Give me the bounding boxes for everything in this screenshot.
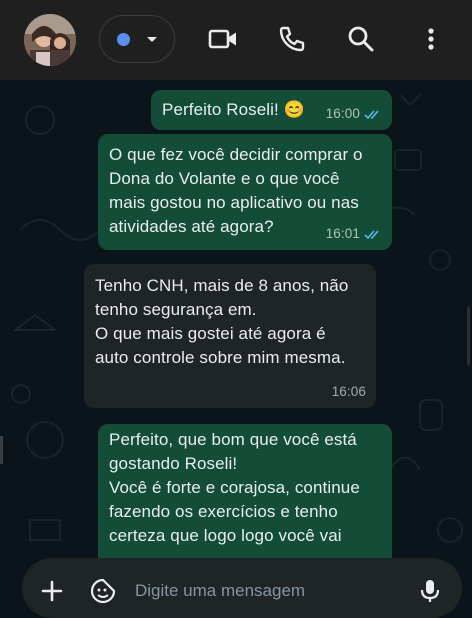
video-call-icon[interactable] <box>208 24 238 54</box>
message-time: 16:06 <box>331 384 366 399</box>
message-text: Perfeito, que bom que você está gostando… <box>109 430 360 545</box>
message-composer <box>22 558 462 618</box>
message-text: Perfeito Roseli! 😊 <box>162 100 305 119</box>
read-receipt-icon <box>364 109 382 120</box>
message-incoming[interactable]: Tenho CNH, mais de 8 anos, não tenho seg… <box>84 264 376 408</box>
message-text: O que fez você decidir comprar o Dona do… <box>109 145 363 236</box>
read-receipt-icon <box>364 229 382 240</box>
chevron-down-icon <box>147 37 157 42</box>
message-input[interactable] <box>135 578 405 604</box>
sticker-icon[interactable] <box>90 578 116 604</box>
microphone-icon[interactable] <box>417 578 443 604</box>
message-outgoing[interactable]: O que fez você decidir comprar o Dona do… <box>98 134 392 250</box>
message-text: Tenho CNH, mais de 8 anos, não tenho seg… <box>95 276 349 367</box>
status-selector-button[interactable] <box>99 15 175 63</box>
message-time: 16:01 <box>325 226 360 241</box>
contact-avatar[interactable] <box>24 14 76 66</box>
more-options-icon[interactable] <box>416 24 446 54</box>
message-outgoing[interactable]: Perfeito Roseli! 😊 16:00 <box>151 90 392 130</box>
scroll-indicator <box>0 436 3 464</box>
search-icon[interactable] <box>346 24 376 54</box>
voice-call-icon[interactable] <box>276 24 306 54</box>
scrollbar[interactable] <box>467 306 470 366</box>
plus-icon[interactable] <box>39 578 65 604</box>
message-time: 16:00 <box>325 106 360 121</box>
status-dot <box>117 33 130 46</box>
message-meta: 16:06 <box>332 384 366 400</box>
contact-photo-icon <box>24 14 76 66</box>
message-meta: 16:01 <box>326 226 382 242</box>
chat-header <box>0 0 472 80</box>
message-meta: 16:00 <box>326 106 382 122</box>
